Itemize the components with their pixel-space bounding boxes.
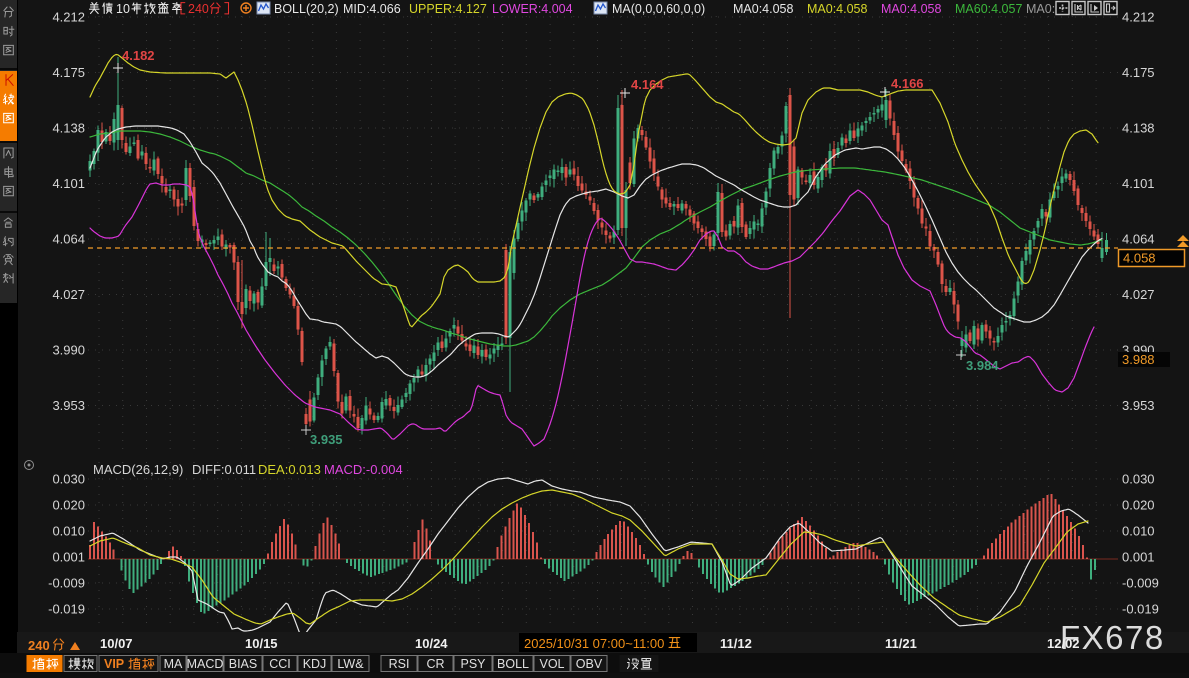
svg-text:4.064: 4.064	[52, 232, 85, 247]
svg-text:PSY: PSY	[460, 657, 486, 671]
svg-text:VIP: VIP	[104, 657, 124, 671]
svg-text:4.164: 4.164	[631, 77, 664, 92]
svg-text:3.988: 3.988	[1122, 352, 1155, 367]
svg-text:-0.019: -0.019	[48, 602, 85, 617]
svg-text:CR: CR	[426, 657, 444, 671]
svg-text:11/12: 11/12	[720, 636, 752, 651]
svg-text:4.212: 4.212	[52, 10, 85, 25]
svg-text:0.030: 0.030	[52, 472, 85, 487]
svg-text:4.212: 4.212	[1122, 10, 1155, 25]
svg-text:0.030: 0.030	[1122, 472, 1155, 487]
svg-text:4.182: 4.182	[122, 48, 155, 63]
svg-text:4.064: 4.064	[1122, 232, 1155, 247]
svg-text:BOLL(20,2): BOLL(20,2)	[274, 2, 339, 16]
svg-text:0.010: 0.010	[1122, 524, 1155, 539]
svg-text:4.101: 4.101	[52, 176, 85, 191]
svg-text:MA0:4.058: MA0:4.058	[807, 2, 868, 16]
svg-text:0.010: 0.010	[52, 524, 85, 539]
svg-text:MACD:-0.004: MACD:-0.004	[324, 462, 403, 477]
svg-text:MA: MA	[164, 657, 183, 671]
svg-text:DEA:0.013: DEA:0.013	[258, 462, 321, 477]
svg-text:0.001: 0.001	[1122, 550, 1155, 565]
svg-text:0.001: 0.001	[52, 550, 85, 565]
svg-text:11/21: 11/21	[885, 636, 917, 651]
svg-text:MA0:4.058: MA0:4.058	[881, 2, 942, 16]
svg-text:MA(0,0,0,60,0,0): MA(0,0,0,60,0,0)	[612, 2, 705, 16]
svg-text:UPPER:4.127: UPPER:4.127	[409, 2, 487, 16]
svg-text:DIFF:0.011: DIFF:0.011	[192, 462, 256, 477]
svg-text:LOWER:4.004: LOWER:4.004	[492, 2, 573, 16]
svg-text:3.953: 3.953	[52, 398, 85, 413]
svg-text:-0.009: -0.009	[1122, 576, 1159, 591]
svg-text:4.166: 4.166	[891, 76, 924, 91]
svg-text:RSI: RSI	[389, 657, 410, 671]
svg-text:4.058: 4.058	[1123, 251, 1156, 266]
svg-text:10: 10	[116, 2, 130, 16]
svg-text:4.101: 4.101	[1122, 176, 1155, 191]
svg-text:MID:4.066: MID:4.066	[343, 2, 401, 16]
svg-text:4.175: 4.175	[1122, 65, 1155, 80]
svg-text:10/07: 10/07	[100, 636, 133, 651]
svg-text:0.020: 0.020	[1122, 498, 1155, 513]
svg-text:MACD(26,12,9): MACD(26,12,9)	[93, 462, 183, 477]
svg-text:BIAS: BIAS	[229, 657, 258, 671]
svg-text:240: 240	[188, 2, 209, 16]
svg-text:CCI: CCI	[269, 657, 291, 671]
svg-text:BOLL: BOLL	[497, 657, 529, 671]
svg-text:VOL: VOL	[539, 657, 564, 671]
svg-text:4.027: 4.027	[52, 287, 85, 302]
svg-text:4.138: 4.138	[1122, 121, 1155, 136]
svg-text:LW&: LW&	[337, 657, 364, 671]
svg-text:-0.009: -0.009	[48, 576, 85, 591]
svg-text:KDJ: KDJ	[303, 657, 327, 671]
svg-text:OBV: OBV	[576, 657, 603, 671]
svg-text:3.990: 3.990	[52, 343, 85, 358]
svg-text:MACD: MACD	[187, 657, 224, 671]
svg-text:MA0:: MA0:	[1026, 2, 1055, 16]
svg-text:-0.019: -0.019	[1122, 602, 1159, 617]
svg-text:240: 240	[28, 638, 50, 653]
svg-text:MA0:4.058: MA0:4.058	[733, 2, 794, 16]
svg-text:3.935: 3.935	[310, 432, 343, 447]
svg-text:4.027: 4.027	[1122, 287, 1155, 302]
svg-text:MA60:4.057: MA60:4.057	[955, 2, 1022, 16]
svg-text:3.984: 3.984	[966, 358, 999, 373]
svg-text:0.020: 0.020	[52, 498, 85, 513]
svg-text:12/02: 12/02	[1047, 636, 1080, 651]
svg-text:4.138: 4.138	[52, 121, 85, 136]
svg-text:10/15: 10/15	[245, 636, 278, 651]
svg-text:3.953: 3.953	[1122, 398, 1155, 413]
svg-text:4.175: 4.175	[52, 65, 85, 80]
svg-text:2025/10/31 07:00~11:00: 2025/10/31 07:00~11:00	[524, 636, 664, 651]
svg-text:10/24: 10/24	[415, 636, 448, 651]
